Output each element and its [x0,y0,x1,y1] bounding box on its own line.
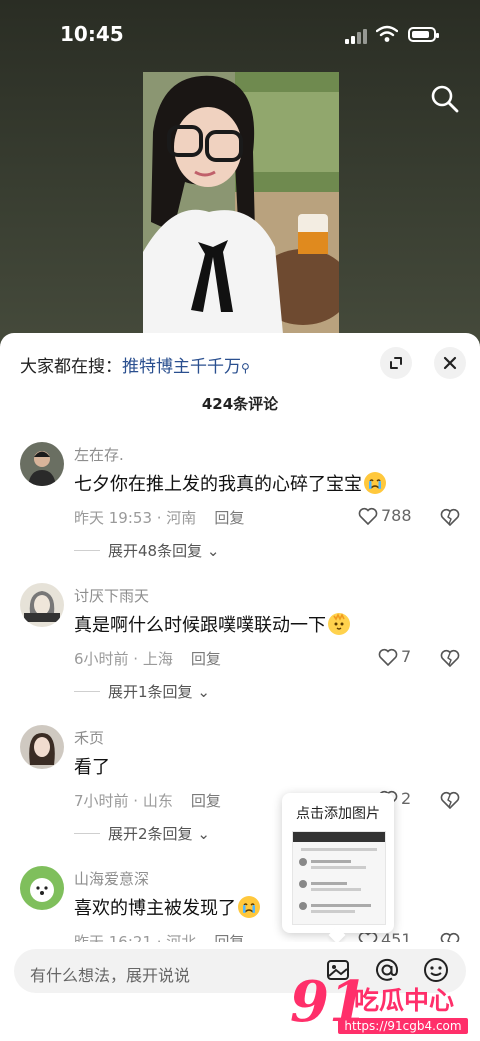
status-bar: 10:45 [0,0,480,70]
comments-count: 424条评论 [201,395,279,413]
search-small-icon: ⚲ [241,361,250,375]
add-image-popup[interactable]: 点击添加图片 [282,793,394,933]
expand-replies[interactable]: 展开1条回复 ⌄ [74,681,210,702]
search-icon[interactable] [428,82,462,116]
heart-icon [378,648,398,667]
comment-text-content: 看了 [74,757,110,778]
comment-meta: 6小时前 · 上海 回复 [74,648,221,669]
comment-text: 真是啊什么时候跟噗噗联动一下 [74,611,350,637]
video-frame[interactable] [143,72,339,334]
close-icon [443,356,457,370]
broken-heart-icon[interactable] [440,932,460,942]
comment-text-content: 七夕你在推上发的我真的心碎了宝宝 [74,474,362,495]
search-suggestion-keyword[interactable]: 推特博主千千万 [122,357,241,377]
reply-button[interactable]: 回复 [214,509,244,527]
broken-heart-icon[interactable] [440,791,460,809]
heart-icon [358,507,378,526]
like-button[interactable]: 788 [358,506,412,526]
expand-replies[interactable]: 展开48条回复 ⌄ [74,540,219,561]
watermark-url: https://91cgb4.com [338,1018,468,1034]
comment-time: 昨天 16:21 · 河北 [74,933,197,942]
status-time: 10:45 [60,22,124,46]
popup-preview-image [292,831,386,925]
comment-username[interactable]: 山海爱意深 [74,868,149,889]
portrait-image [143,72,339,334]
expand-replies-label: 展开2条回复 [108,825,193,843]
reply-button[interactable]: 回复 [191,792,221,810]
wifi-icon [376,25,398,42]
comment-meta: 昨天 19:53 · 河南 回复 [74,507,244,528]
chevron-down-icon: ⌄ [206,542,220,560]
comment-time: 7小时前 · 山东 [74,792,173,810]
broken-heart-icon[interactable] [440,508,460,526]
battery-icon [408,27,439,42]
comment-username[interactable]: 禾页 [74,727,104,748]
broken-heart-icon[interactable] [440,649,460,667]
popup-title: 点击添加图片 [296,806,380,822]
avatar[interactable] [20,442,64,486]
reply-button[interactable]: 回复 [191,650,221,668]
comment-input-placeholder: 有什么想法，展开说说 [30,966,191,985]
close-button[interactable] [434,347,466,379]
chevron-down-icon: ⌄ [197,683,210,701]
crying-face-icon [238,896,260,918]
comment-text: 看了 [74,753,110,779]
comment-username[interactable]: 讨厌下雨天 [74,585,149,606]
expand-button[interactable] [380,347,412,379]
comment-meta: 7小时前 · 山东 回复 [74,790,221,811]
comment-item: 讨厌下雨天 真是啊什么时候跟噗噗联动一下 6小时前 · 上海 回复 7 展开1条回… [0,583,480,723]
comment-time: 昨天 19:53 · 河南 [74,509,197,527]
avatar[interactable] [20,866,64,910]
avatar[interactable] [20,725,64,769]
comment-text: 七夕你在推上发的我真的心碎了宝宝 [74,470,386,496]
comment-username[interactable]: 左在存. [74,444,124,465]
expand-replies-label: 展开48条回复 [108,542,203,560]
comment-meta: 昨天 16:21 · 河北 回复 [74,931,244,942]
comment-item: 禾页 看了 7小时前 · 山东 回复 2 展开2条回复 ⌄ [0,725,480,865]
chevron-down-icon: ⌄ [197,825,210,843]
reply-button[interactable]: 回复 [214,933,244,942]
like-button[interactable]: 7 [378,647,412,667]
comment-item: 山海爱意深 喜欢的博主被发现了 昨天 16:21 · 河北 回复 451 [0,866,480,942]
expand-replies-label: 展开1条回复 [108,683,193,701]
site-watermark: 91 吃瓜中心 https://91cgb4.com [290,969,475,1037]
cute-face-icon [328,613,350,635]
like-count: 2 [401,789,412,808]
search-suggestion[interactable]: 大家都在搜：推特博主千千万⚲ [20,352,250,377]
like-count: 7 [401,647,412,666]
search-suggestion-prefix: 大家都在搜： [20,357,122,377]
comment-item: 左在存. 七夕你在推上发的我真的心碎了宝宝 昨天 19:53 · 河南 回复 78… [0,442,480,582]
avatar[interactable] [20,583,64,627]
signal-icon [345,28,369,44]
comment-time: 6小时前 · 上海 [74,650,173,668]
comment-text-content: 真是啊什么时候跟噗噗联动一下 [74,615,326,636]
comment-text: 喜欢的博主被发现了 [74,894,260,920]
comment-text-content: 喜欢的博主被发现了 [74,898,236,919]
like-count: 788 [381,506,412,525]
expand-icon [390,357,402,369]
watermark-text: 吃瓜中心 [354,986,455,1015]
crying-face-icon [364,472,386,494]
expand-replies[interactable]: 展开2条回复 ⌄ [74,823,210,844]
